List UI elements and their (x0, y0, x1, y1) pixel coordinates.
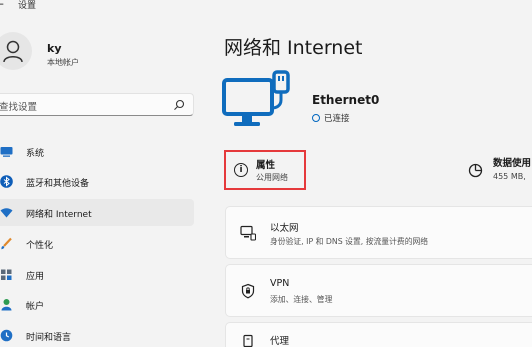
sidebar-item-label: 个性化 (26, 241, 54, 251)
proxy-card[interactable]: 代理 (225, 322, 532, 347)
sidebar-item-bluetooth[interactable]: 蓝牙和其他设备 (0, 168, 194, 195)
card-title: 代理 (270, 336, 290, 347)
sidebar-item-label: 帐户 (26, 302, 45, 312)
info-icon: i (234, 163, 248, 177)
sidebar-item-network[interactable]: 网络和 Internet (0, 199, 194, 226)
network-illustration-icon (222, 70, 290, 126)
ethernet-icon (240, 225, 256, 241)
sidebar-item-label: 蓝牙和其他设备 (26, 179, 90, 189)
sidebar-item-apps[interactable]: 应用 (0, 261, 194, 288)
app-title: 设置 (18, 1, 37, 11)
sidebar-item-personalization[interactable]: 个性化 (0, 230, 194, 257)
sidebar-item-system[interactable]: 系统 (0, 138, 194, 165)
ethernet-card[interactable]: 以太网 身份验证, IP 和 DNS 设置, 按流量计费的网络 (225, 206, 532, 259)
connection-status-text: 已连接 (324, 114, 350, 124)
search-input[interactable]: 查找设置 (0, 93, 194, 116)
search-icon[interactable] (173, 99, 185, 111)
sidebar-item-time-language[interactable]: 时间和语言 (0, 322, 194, 347)
back-arrow-icon[interactable]: ← (0, 0, 4, 11)
sidebar-item-label: 时间和语言 (26, 333, 72, 343)
account-type: 本地帐户 (47, 58, 79, 67)
person-outline-icon (3, 40, 23, 63)
wifi-icon (0, 208, 13, 218)
bluetooth-icon (0, 175, 13, 188)
page-title: 网络和 Internet (224, 37, 363, 59)
apps-icon (1, 269, 12, 280)
sidebar-item-label: 系统 (26, 149, 45, 159)
sidebar-item-label: 应用 (26, 272, 45, 282)
sidebar-item-accounts[interactable]: 帐户 (0, 291, 194, 318)
data-usage-icon[interactable] (468, 163, 483, 178)
brush-icon (1, 237, 12, 250)
search-placeholder: 查找设置 (0, 102, 38, 113)
vpn-card[interactable]: VPN 添加、连接、管理 (225, 264, 532, 317)
connection-status: 已连接 (312, 112, 350, 124)
shield-icon (241, 283, 255, 299)
person-icon (1, 299, 12, 311)
data-usage-title[interactable]: 数据使用 (493, 155, 531, 169)
network-profile: 公用网络 (256, 173, 288, 182)
avatar[interactable] (0, 32, 32, 70)
card-subtitle: 添加、连接、管理 (270, 295, 333, 304)
connection-name: Ethernet0 (312, 93, 380, 107)
user-name: ky (47, 42, 62, 55)
globe-icon (312, 114, 320, 122)
proxy-icon (243, 334, 253, 347)
monitor-icon (0, 147, 13, 157)
data-usage-amount: 455 MB, (493, 172, 526, 181)
properties-button[interactable]: i 属性 公用网络 (224, 150, 306, 190)
clock-globe-icon (0, 329, 13, 342)
card-title: 以太网 (270, 223, 299, 234)
card-subtitle: 身份验证, IP 和 DNS 设置, 按流量计费的网络 (270, 237, 429, 246)
sidebar-item-label: 网络和 Internet (26, 210, 92, 220)
title-bar: ← 设置 (0, 0, 532, 14)
properties-title: 属性 (256, 160, 276, 171)
card-title: VPN (270, 278, 290, 289)
